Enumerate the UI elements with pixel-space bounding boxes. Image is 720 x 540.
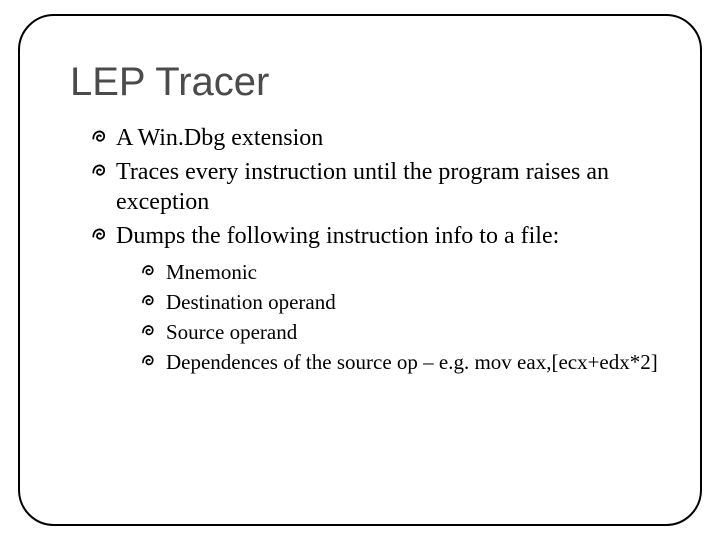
list-item-text: Dependences of the source op – e.g. mov … xyxy=(166,350,658,374)
slide-title: LEP Tracer xyxy=(70,60,700,105)
slide-frame: LEP Tracer A Win.Dbg extension Traces ev… xyxy=(18,14,702,526)
list-item-text: Source operand xyxy=(166,320,297,344)
list-item-text: Destination operand xyxy=(166,290,336,314)
swirl-bullet-icon xyxy=(140,322,158,340)
swirl-bullet-icon xyxy=(140,352,158,370)
list-item: Dumps the following instruction info to … xyxy=(90,221,660,376)
list-item: Dependences of the source op – e.g. mov … xyxy=(140,349,660,376)
swirl-bullet-icon xyxy=(90,127,110,147)
list-item: A Win.Dbg extension xyxy=(90,123,660,153)
list-item: Mnemonic xyxy=(140,259,660,286)
main-list: A Win.Dbg extension Traces every instruc… xyxy=(90,123,660,376)
list-item: Source operand xyxy=(140,319,660,346)
swirl-bullet-icon xyxy=(140,292,158,310)
list-item-text: Traces every instruction until the progr… xyxy=(116,159,609,215)
list-item-text: Dumps the following instruction info to … xyxy=(116,223,559,249)
sub-list: Mnemonic Destination operand Source oper… xyxy=(140,259,660,376)
list-item: Destination operand xyxy=(140,289,660,316)
swirl-bullet-icon xyxy=(140,262,158,280)
swirl-bullet-icon xyxy=(90,225,110,245)
list-item: Traces every instruction until the progr… xyxy=(90,157,660,217)
swirl-bullet-icon xyxy=(90,161,110,181)
list-item-text: Mnemonic xyxy=(166,260,257,284)
list-item-text: A Win.Dbg extension xyxy=(116,125,323,151)
